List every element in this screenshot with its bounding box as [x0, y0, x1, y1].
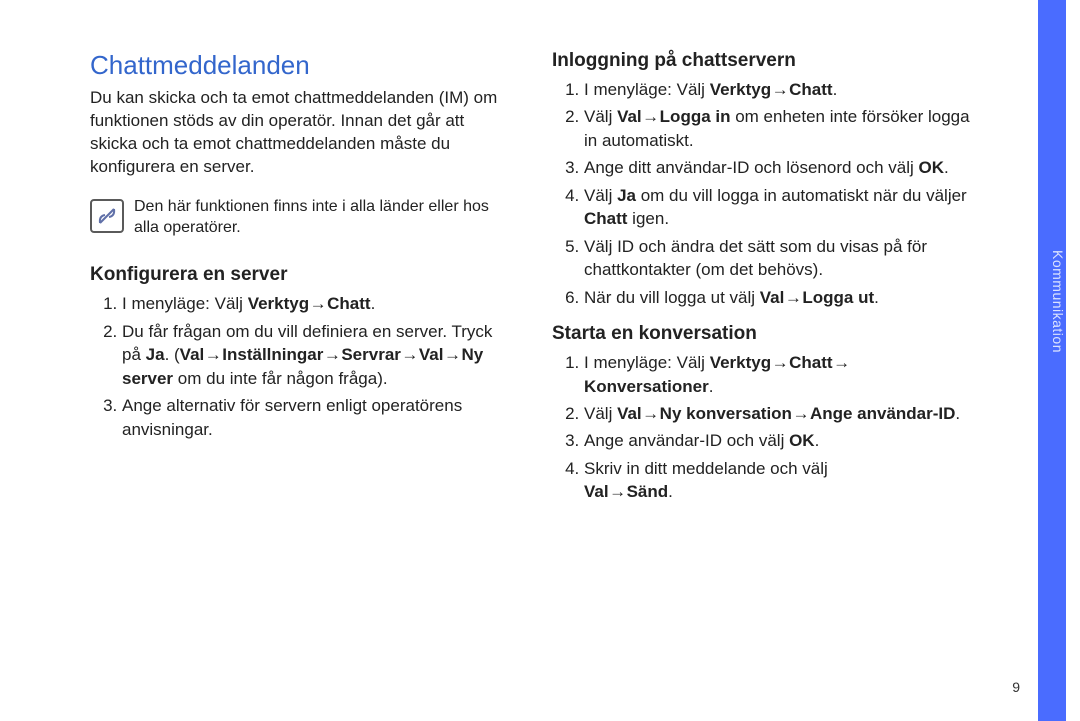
list-item: Välj ID och ändra det sätt som du visas … [584, 235, 970, 282]
side-label: Kommunikation [1038, 250, 1066, 353]
list-item: Välj Ja om du vill logga in automatiskt … [584, 184, 970, 231]
list-item: När du vill logga ut välj Val→Logga ut. [584, 286, 970, 309]
subheading-login: Inloggning på chattservern [552, 50, 970, 72]
side-tab [1038, 0, 1066, 721]
list-item: I menyläge: Välj Verktyg→Chatt→Konversat… [584, 351, 970, 398]
right-column: Inloggning på chattservern I menyläge: V… [552, 50, 970, 691]
subheading-start: Starta en konversation [552, 323, 970, 345]
list-item: Ange ditt användar-ID och lösenord och v… [584, 156, 970, 179]
note-box: Den här funktionen finns inte i alla län… [90, 197, 508, 239]
left-column: Chattmeddelanden Du kan skicka och ta em… [90, 50, 508, 691]
list-item: Välj Val→Ny konversation→Ange användar-I… [584, 402, 970, 425]
subheading-configure: Konfigurera en server [90, 264, 508, 286]
configure-list: I menyläge: Välj Verktyg→Chatt. Du får f… [90, 292, 508, 441]
note-icon [90, 199, 124, 233]
list-item: Välj Val→Logga in om enheten inte försök… [584, 105, 970, 152]
list-item: Du får frågan om du vill definiera en se… [122, 320, 508, 390]
list-item: Ange alternativ för servern enligt opera… [122, 394, 508, 441]
list-item: I menyläge: Välj Verktyg→Chatt. [122, 292, 508, 315]
list-item: I menyläge: Välj Verktyg→Chatt. [584, 78, 970, 101]
list-item: Skriv in ditt meddelande och välj Val→Sä… [584, 457, 970, 504]
intro-paragraph: Du kan skicka och ta emot chattmeddeland… [90, 87, 508, 179]
login-list: I menyläge: Välj Verktyg→Chatt. Välj Val… [552, 78, 970, 309]
list-item: Ange användar-ID och välj OK. [584, 429, 970, 452]
page-number: 9 [1012, 679, 1020, 695]
start-list: I menyläge: Välj Verktyg→Chatt→Konversat… [552, 351, 970, 504]
section-title: Chattmeddelanden [90, 50, 508, 81]
note-text: Den här funktionen finns inte i alla län… [134, 197, 508, 239]
